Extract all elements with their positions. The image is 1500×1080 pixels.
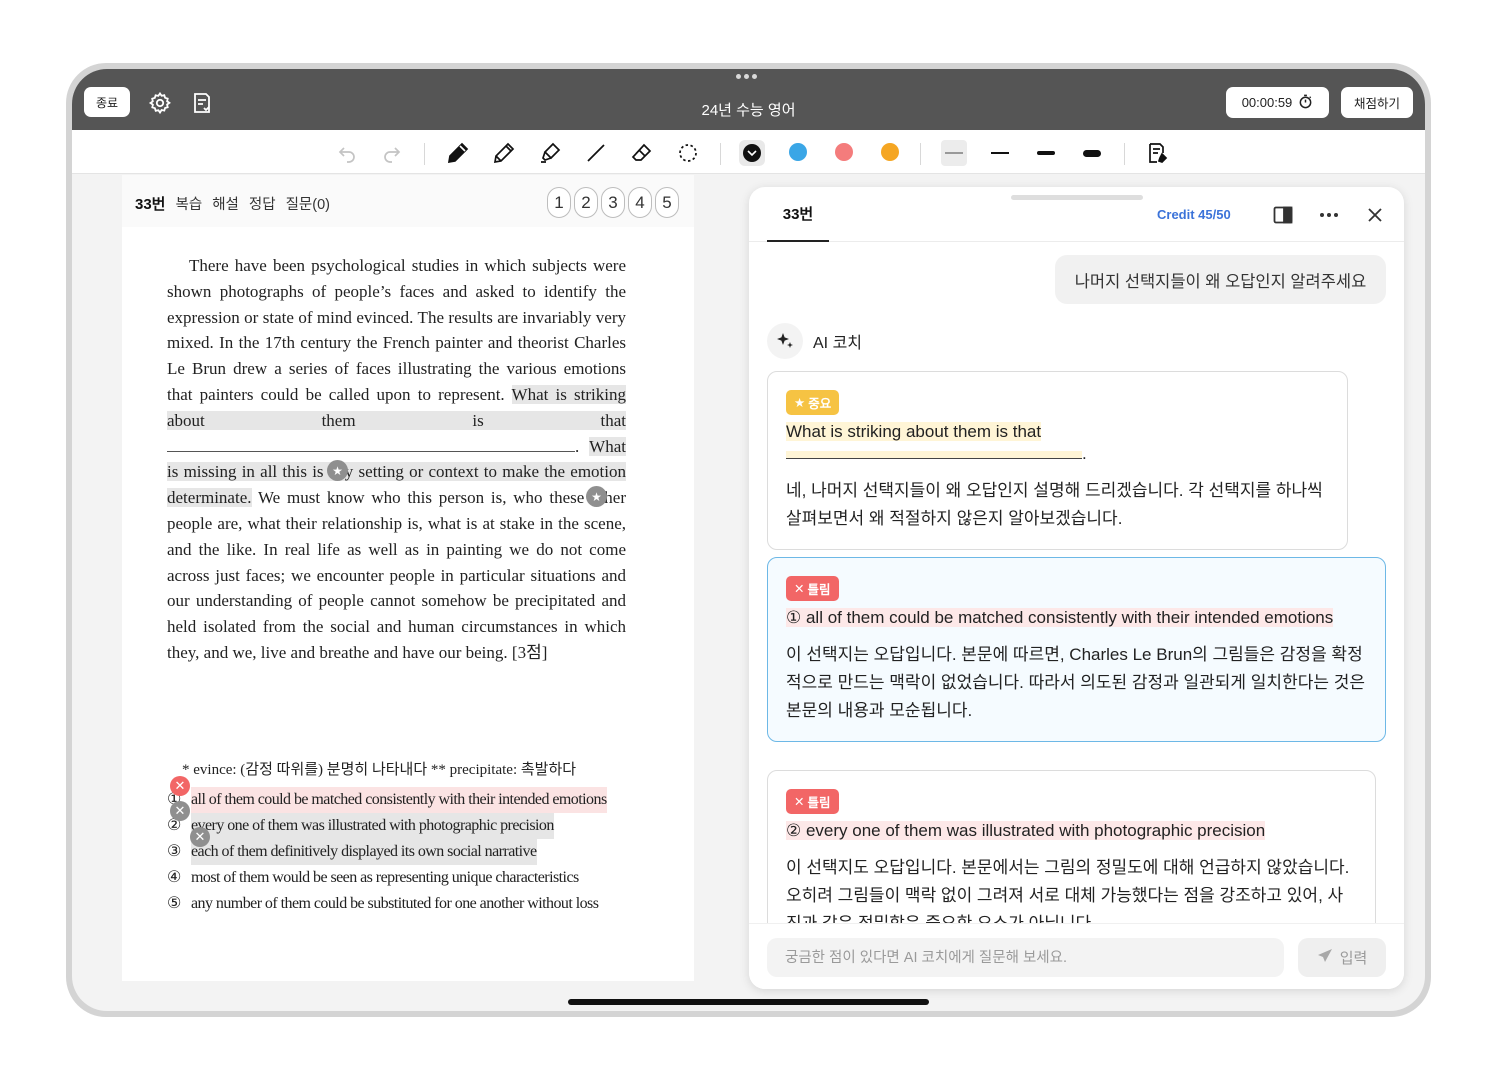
line-icon[interactable] xyxy=(583,140,609,166)
user-message: 나머지 선택지들이 왜 오답인지 알려주세요 xyxy=(1055,255,1386,304)
passage-text-2: We must know who this person is, who the… xyxy=(167,488,626,662)
pencil-icon[interactable] xyxy=(491,140,517,166)
card-body: 이 선택지는 오답입니다. 본문에 따르면, Charles Le Brun의 … xyxy=(786,645,1365,720)
card-quote: ① all of them could be matched consisten… xyxy=(786,608,1334,627)
choice-button-2[interactable]: 2 xyxy=(574,187,598,218)
question-paper: There have been psychological studies in… xyxy=(122,227,694,981)
color-swatch-blue[interactable] xyxy=(789,143,807,161)
star-icon[interactable]: ★ xyxy=(586,486,607,507)
screen: 종료 24년 수능 영어 00:00:59 채점하기 33번 복습 해설 정답 … xyxy=(72,69,1425,1011)
period: . xyxy=(575,436,580,456)
exam-title: 24년 수능 영어 xyxy=(701,102,796,119)
sparkle-icon xyxy=(767,323,803,359)
more-options-icon[interactable] xyxy=(1318,204,1340,226)
close-icon[interactable] xyxy=(1364,204,1386,226)
option-3[interactable]: ③ each of them definitively displayed its… xyxy=(167,839,627,865)
send-icon xyxy=(1317,948,1333,968)
panel-drag-handle[interactable] xyxy=(1011,195,1143,200)
star-icon: ★ xyxy=(794,396,806,410)
tab-answer[interactable]: 정답 xyxy=(249,193,276,214)
star-icon[interactable]: ★ xyxy=(327,460,348,481)
split-view-icon[interactable] xyxy=(1272,204,1294,226)
drawing-toolbar xyxy=(72,130,1425,174)
choice-button-4[interactable]: 4 xyxy=(628,187,652,218)
passage-text-1: There have been psychological studies in… xyxy=(167,256,626,404)
color-swatch-orange[interactable] xyxy=(881,143,899,161)
lasso-icon[interactable] xyxy=(675,140,701,166)
send-label: 입력 xyxy=(1339,950,1368,967)
chat-input-bar: 입력 xyxy=(749,923,1404,989)
tab-review[interactable]: 복습 xyxy=(176,193,203,214)
coach-card-wrong-1: ✕ 틀림 ① all of them could be matched consi… xyxy=(767,557,1386,742)
question-tabs: 33번 복습 해설 정답 질문(0) xyxy=(135,193,330,214)
points-label: [3점] xyxy=(511,642,548,662)
card-body: 네, 나머지 선택지들이 왜 오답인지 설명해 드리겠습니다. 각 선택지를 하… xyxy=(786,481,1323,528)
close-icon: ✕ xyxy=(794,795,805,809)
important-tag: ★ 중요 xyxy=(786,390,840,415)
pen-icon[interactable] xyxy=(445,140,471,166)
color-swatch-red[interactable] xyxy=(835,143,853,161)
wrong-mark-icon[interactable]: ✕ xyxy=(170,801,190,821)
panel-header: 33번 Credit 45/50 xyxy=(749,187,1404,242)
option-2[interactable]: ② every one of them was illustrated with … xyxy=(167,813,627,839)
coach-label: AI 코치 xyxy=(813,335,863,352)
choice-button-1[interactable]: 1 xyxy=(547,187,571,218)
wrong-mark-icon[interactable]: ✕ xyxy=(190,827,210,847)
option-4[interactable]: ④ most of them would be seen as represent… xyxy=(167,865,627,891)
card-quote: What is striking about them is that. xyxy=(786,422,1087,463)
choice-button-5[interactable]: 5 xyxy=(655,187,679,218)
note-edit-icon[interactable] xyxy=(1144,140,1170,166)
coach-header: AI 코치 xyxy=(767,323,862,359)
question-number: 33번 xyxy=(135,196,166,213)
home-indicator[interactable] xyxy=(568,999,929,1005)
tab-question[interactable]: 33번 xyxy=(767,187,829,242)
option-5[interactable]: ⑤ any number of them could be substituted… xyxy=(167,891,627,917)
choice-button-3[interactable]: 3 xyxy=(601,187,625,218)
credit-counter: Credit 45/50 xyxy=(1157,207,1231,222)
timer-button[interactable]: 00:00:59 xyxy=(1226,87,1329,118)
timer-text: 00:00:59 xyxy=(1241,95,1293,110)
window-grabber[interactable] xyxy=(736,74,757,79)
chat-scroll-area[interactable]: 나머지 선택지들이 왜 오답인지 알려주세요 AI 코치 ★ 중요 What is… xyxy=(749,242,1404,923)
highlighter-icon[interactable] xyxy=(537,140,563,166)
color-swatch-black[interactable] xyxy=(739,140,765,166)
stroke-width-3[interactable] xyxy=(1033,140,1059,166)
tablet-frame: 종료 24년 수능 영어 00:00:59 채점하기 33번 복습 해설 정답 … xyxy=(66,63,1431,1017)
wrong-mark-icon[interactable]: ✕ xyxy=(170,776,190,796)
undo-icon[interactable] xyxy=(334,140,360,166)
passage: There have been psychological studies in… xyxy=(167,253,626,666)
answer-blank xyxy=(167,438,575,452)
stroke-width-2[interactable] xyxy=(987,140,1013,166)
grade-button[interactable]: 채점하기 xyxy=(1341,87,1413,118)
card-body: 이 선택지도 오답입니다. 본문에서는 그림의 정밀도에 대해 언급하지 않았습… xyxy=(786,858,1350,923)
stopwatch-icon xyxy=(1298,94,1313,112)
stroke-width-1[interactable] xyxy=(941,140,967,166)
tab-questions[interactable]: 질문(0) xyxy=(286,193,330,214)
wrong-tag: ✕ 틀림 xyxy=(786,789,839,814)
answer-options: ① all of them could be matched consistent… xyxy=(167,787,627,917)
coach-card-important: ★ 중요 What is striking about them is that.… xyxy=(767,371,1348,550)
ai-coach-panel: 33번 Credit 45/50 나머지 선택지들이 왜 오답인지 알려주세요 … xyxy=(749,187,1404,989)
quote-blank xyxy=(786,451,1082,459)
send-button[interactable]: 입력 xyxy=(1298,938,1386,977)
eraser-icon[interactable] xyxy=(629,140,655,166)
top-bar: 종료 24년 수능 영어 00:00:59 채점하기 xyxy=(72,69,1425,130)
answer-choices: 1 2 3 4 5 xyxy=(547,187,679,218)
tab-explanation[interactable]: 해설 xyxy=(212,193,239,214)
wrong-tag: ✕ 틀림 xyxy=(786,576,839,601)
stroke-width-4[interactable] xyxy=(1079,140,1105,166)
glossary: * evince: (감정 따위를) 분명히 나타내다 ** precipita… xyxy=(182,762,577,778)
close-icon: ✕ xyxy=(794,582,805,596)
question-header: 33번 복습 해설 정답 질문(0) 1 2 3 4 5 xyxy=(122,175,694,227)
coach-card-wrong-2: ✕ 틀림 ② every one of them was illustrated … xyxy=(767,770,1376,923)
chat-input[interactable] xyxy=(767,938,1284,977)
option-1[interactable]: ① all of them could be matched consistent… xyxy=(167,787,627,813)
card-quote: ② every one of them was illustrated with… xyxy=(786,821,1266,840)
redo-icon[interactable] xyxy=(379,140,405,166)
